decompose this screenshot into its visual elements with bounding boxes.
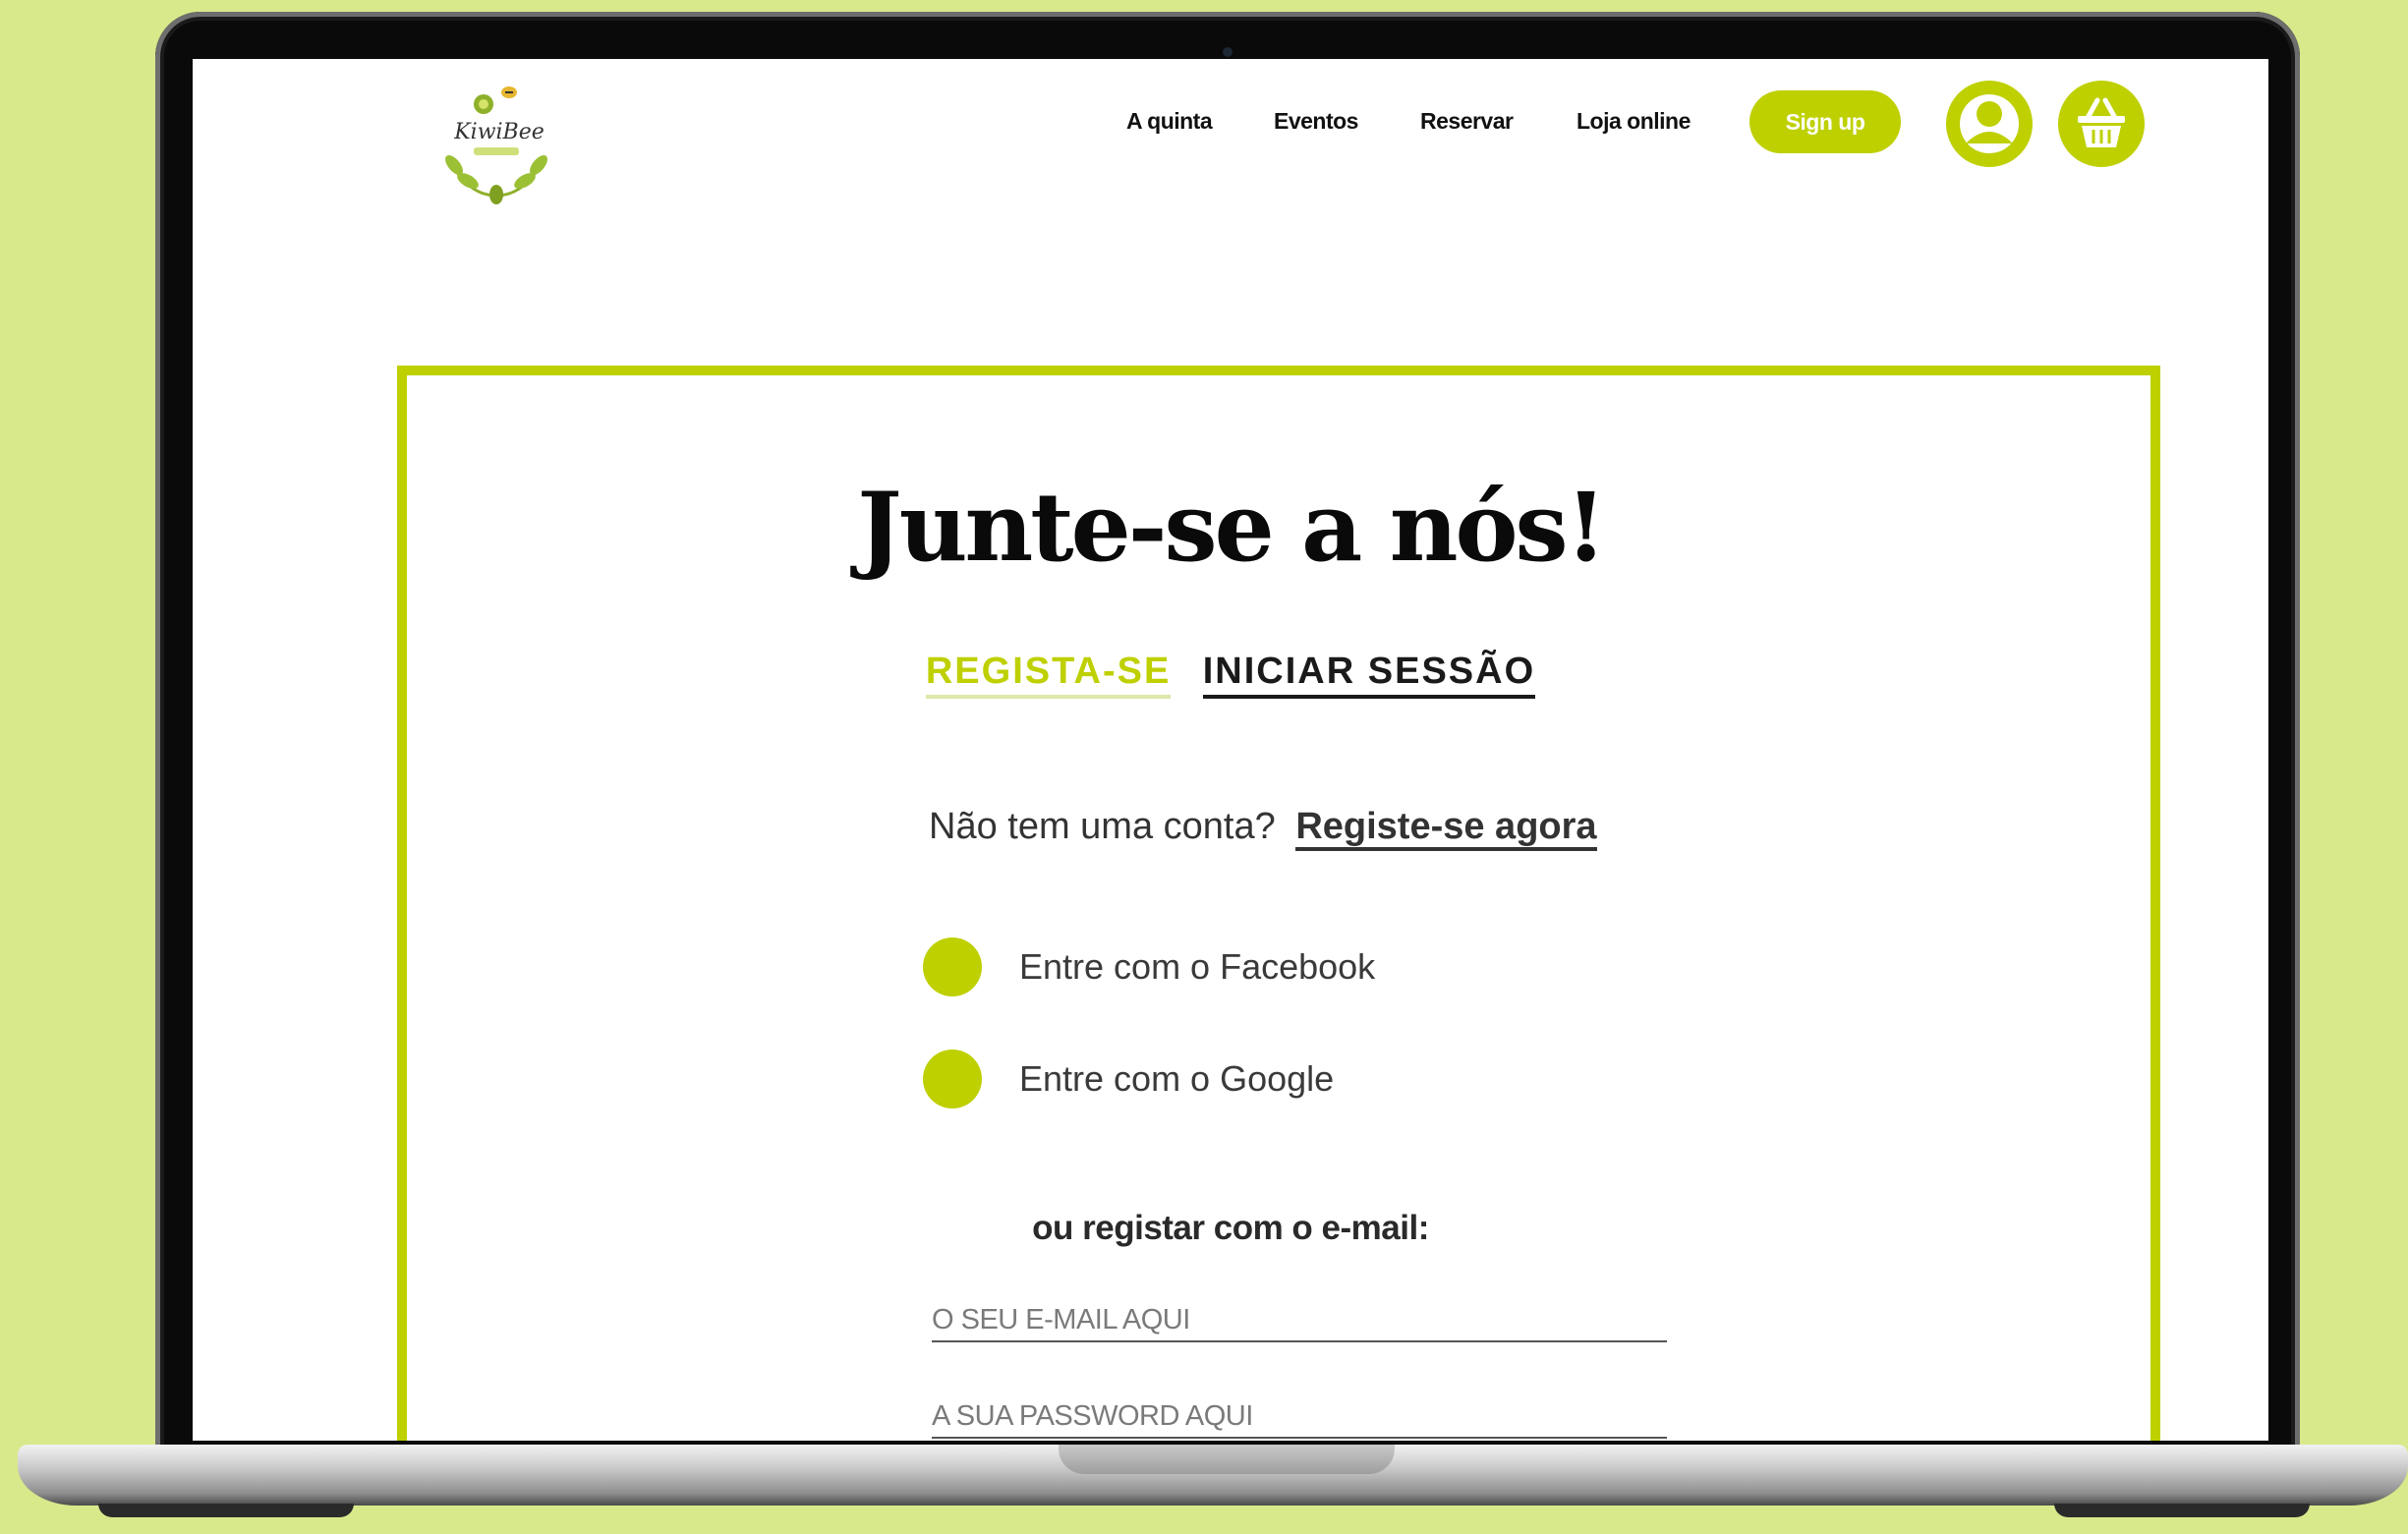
- no-account-prompt: Não tem uma conta? Registe-se agora: [929, 806, 1597, 851]
- nav-item-reservar[interactable]: Reservar: [1420, 108, 1514, 135]
- password-field[interactable]: [932, 1395, 1667, 1439]
- page-title: Junte-se a nós!: [857, 472, 1606, 583]
- kiwibee-logo[interactable]: KiwiBee: [423, 63, 570, 210]
- nav-item-a-quinta[interactable]: A quinta: [1126, 108, 1213, 135]
- google-login-label: Entre com o Google: [1019, 1058, 1335, 1099]
- signup-button[interactable]: Sign up: [1749, 90, 1901, 153]
- cart-button[interactable]: [2058, 81, 2145, 167]
- facebook-login-label: Entre com o Facebook: [1019, 946, 1376, 987]
- logo-text: KiwiBee: [454, 120, 545, 144]
- browser-viewport: KiwiBee A quinta Eventos Reservar Loja o…: [193, 59, 2268, 1441]
- webcam: [1223, 47, 1233, 57]
- google-login-button[interactable]: Entre com o Google: [923, 1050, 1334, 1108]
- nav-item-loja-online[interactable]: Loja online: [1577, 108, 1691, 135]
- profile-button[interactable]: [1946, 81, 2033, 167]
- user-icon: [1960, 94, 2019, 153]
- email-field[interactable]: [932, 1299, 1667, 1342]
- laptop-foot-left: [98, 1504, 354, 1517]
- tab-register[interactable]: REGISTA-SE: [925, 651, 1172, 699]
- email-divider-text: ou registar com o e-mail:: [1032, 1209, 1429, 1247]
- laptop-notch: [1059, 1445, 1395, 1474]
- auth-tabs: REGISTA-SE INICIAR SESSÃO: [193, 651, 2268, 699]
- nav-item-eventos[interactable]: Eventos: [1274, 108, 1358, 135]
- no-account-text: Não tem uma conta?: [929, 806, 1276, 847]
- google-icon: [923, 1050, 982, 1108]
- tab-login[interactable]: INICIAR SESSÃO: [1202, 651, 1536, 699]
- basket-icon: [2078, 97, 2125, 147]
- laptop-foot-right: [2054, 1504, 2310, 1517]
- facebook-login-button[interactable]: Entre com o Facebook: [923, 937, 1375, 996]
- register-now-link[interactable]: Registe-se agora: [1295, 806, 1597, 851]
- facebook-icon: [923, 937, 982, 996]
